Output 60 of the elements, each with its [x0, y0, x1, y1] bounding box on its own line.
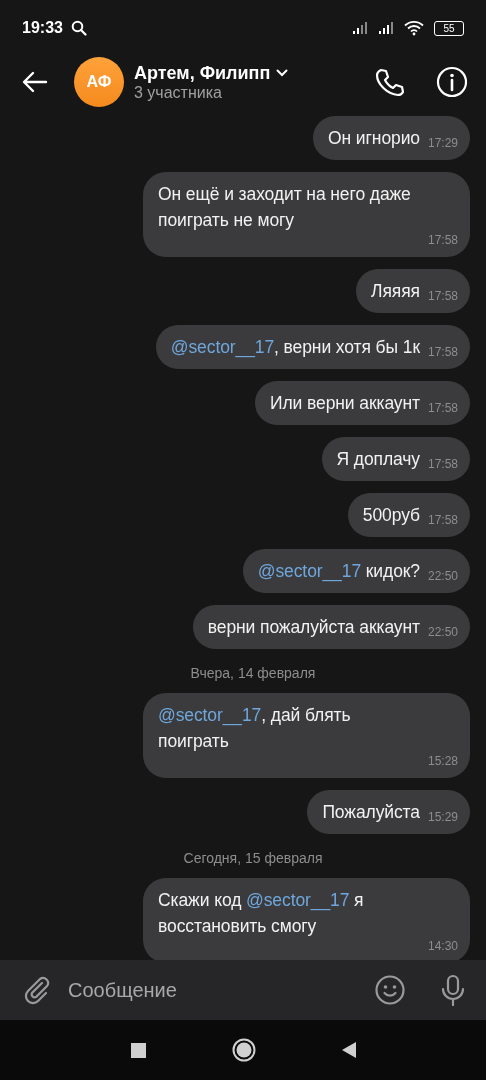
message-time: 17:58	[427, 457, 458, 471]
message-bubble[interactable]: Пожалуйста 15:29	[307, 790, 470, 834]
message-bubble[interactable]: Скажи код @sector__17 я восстановить смогу 14:30	[143, 878, 470, 960]
message-bubble[interactable]: Ляяяя 17:58	[356, 269, 470, 313]
message-text: Он ещё и заходит на него даже поиграть не могу	[158, 183, 412, 232]
message-time: 17:58	[427, 233, 458, 247]
message-time: 17:58	[427, 513, 458, 527]
message-input[interactable]: Сообщение	[66, 977, 360, 1003]
composer-bar[interactable]: Сообщение	[0, 960, 486, 1020]
message-text: Скажи код @sector__17 я восстановить смогу	[158, 889, 365, 938]
message-time: 17:58	[427, 345, 458, 359]
paperclip-icon[interactable]	[22, 975, 52, 1005]
chat-title[interactable]: Артем, Филипп	[134, 62, 271, 84]
message-bubble[interactable]: верни пожалуйста аккаунт 22:50	[192, 605, 470, 649]
chevron-down-icon[interactable]	[276, 69, 289, 77]
microphone-icon[interactable]	[440, 974, 466, 1006]
emoji-icon[interactable]	[374, 974, 406, 1006]
participants-count: 3 участника	[134, 83, 223, 102]
message-text: Пожалуйста	[322, 801, 420, 824]
date-separator: Сегодня, 15 февраля	[183, 849, 323, 866]
message-bubble[interactable]: @sector__17, верни хотя бы 1к 17:58	[155, 325, 470, 369]
message-text: Ляяяя	[371, 280, 420, 303]
message-time: 14:30	[427, 939, 458, 953]
wifi-icon	[404, 20, 424, 36]
message-bubble[interactable]: Он ещё и заходит на него даже поиграть не могу 17:58	[143, 172, 470, 257]
message-time: 17:29	[427, 136, 458, 150]
message-text: @sector__17, дай блять поиграть	[158, 704, 352, 753]
battery-level: 55	[443, 22, 455, 34]
home-button[interactable]	[231, 1038, 256, 1062]
mention-link[interactable]: @sector__17	[170, 337, 275, 357]
mention-link[interactable]: @sector__17	[158, 705, 262, 725]
message-text: @sector__17, верни хотя бы 1к	[170, 336, 420, 360]
message-time: 22:50	[427, 569, 458, 583]
message-text: @sector__17 кидок?	[257, 560, 420, 584]
message-time: 15:28	[427, 754, 458, 768]
message-text: Я доплачу	[336, 448, 420, 471]
mention-link[interactable]: @sector__17	[257, 561, 362, 581]
message-bubble[interactable]: @sector__17, дай блять поиграть 15:28	[143, 693, 470, 778]
message-bubble[interactable]: @sector__17 кидок? 22:50	[242, 549, 470, 593]
message-text: Или верни аккаунт	[269, 392, 420, 415]
message-bubble[interactable]: 500руб 17:58	[347, 493, 470, 537]
date-separator: Вчера, 14 февраля	[190, 664, 316, 681]
info-icon[interactable]	[436, 66, 468, 98]
message-time: 17:58	[427, 401, 458, 415]
back-button[interactable]	[341, 1042, 356, 1058]
back-arrow-icon[interactable]	[22, 71, 48, 93]
message-time: 17:58	[427, 289, 458, 303]
search-icon	[70, 20, 87, 36]
message-text: верни пожалуйста аккаунт	[207, 616, 420, 639]
message-bubble[interactable]: Или верни аккаунт 17:58	[254, 381, 470, 425]
mention-link[interactable]: @sector__17	[246, 890, 350, 910]
message-bubble[interactable]: Он игнорио 17:29	[313, 116, 470, 160]
message-time: 22:50	[427, 625, 458, 639]
status-time: 19:33	[22, 19, 63, 37]
message-time: 15:29	[427, 810, 458, 824]
recents-button[interactable]	[130, 1042, 146, 1058]
message-text: Он игнорио	[328, 127, 420, 150]
message-bubble[interactable]: Я доплачу 17:58	[321, 437, 470, 481]
phone-icon[interactable]	[374, 67, 404, 97]
message-text: 500руб	[362, 504, 420, 527]
